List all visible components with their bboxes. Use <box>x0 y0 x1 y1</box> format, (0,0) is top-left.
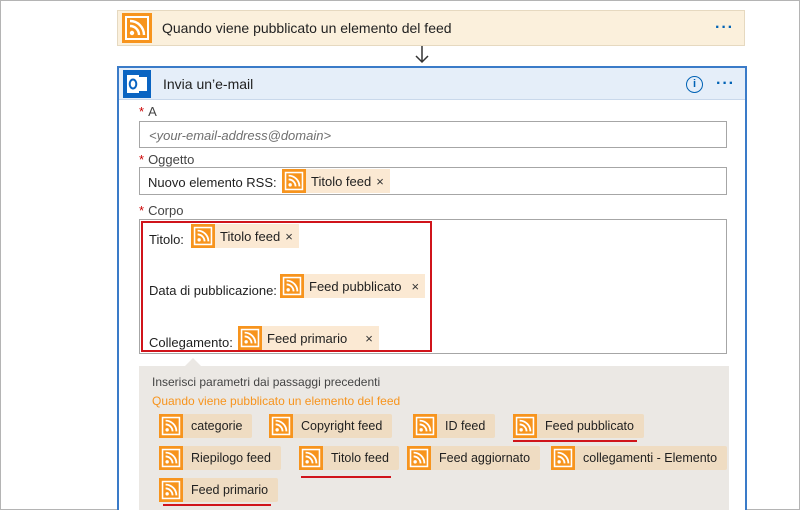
chip-label: Feed primario <box>191 483 269 497</box>
param-chip-titolo-feed[interactable]: Titolo feed <box>299 446 399 470</box>
subject-label: * Oggetto <box>139 152 194 167</box>
rss-icon <box>413 414 437 438</box>
param-chip-copyright-feed[interactable]: Copyright feed <box>269 414 393 438</box>
chip-label: Feed pubblicato <box>545 419 634 433</box>
required-mark: * <box>139 203 145 218</box>
body-token[interactable]: Titolo feed × <box>191 224 299 248</box>
rss-icon <box>159 478 183 502</box>
param-chip-feed-primario[interactable]: Feed primario <box>159 478 279 502</box>
arrow-down-icon <box>415 46 429 64</box>
rss-icon <box>191 224 215 248</box>
required-mark: * <box>139 104 145 119</box>
body-line-label: Data di pubblicazione: <box>149 283 277 298</box>
param-chip-id-feed[interactable]: ID feed <box>413 414 496 438</box>
outlook-icon <box>123 69 151 98</box>
subject-prefix: Nuovo elemento RSS: <box>148 175 277 190</box>
rss-icon <box>280 274 304 298</box>
subject-input[interactable]: Nuovo elemento RSS: Titolo feed × <box>139 167 727 195</box>
remove-token-button[interactable]: × <box>285 229 293 244</box>
remove-token-button[interactable]: × <box>412 279 420 294</box>
chip-underline <box>513 440 637 442</box>
dynamic-content-panel: Inserisci parametri dai passaggi precede… <box>139 366 729 510</box>
param-chip-riepilogo-feed[interactable]: Riepilogo feed <box>159 446 281 470</box>
rss-icon <box>122 13 152 43</box>
rss-icon <box>269 414 293 438</box>
remove-token-button[interactable]: × <box>365 331 373 346</box>
chip-label: Titolo feed <box>331 451 389 465</box>
param-chip-collegamenti-elemento[interactable]: collegamenti - Elemento <box>551 446 728 470</box>
trigger-more-button[interactable]: ··· <box>715 19 734 37</box>
chip-label: Riepilogo feed <box>191 451 271 465</box>
token-label: Titolo feed <box>220 228 281 244</box>
chip-underline <box>301 476 391 478</box>
body-highlight-box: Titolo: Titolo feed × Data di pubblicazi… <box>141 221 432 352</box>
body-line-label: Titolo: <box>149 232 184 247</box>
to-label: * A <box>139 104 157 119</box>
rss-icon <box>407 446 431 470</box>
param-chip-categorie[interactable]: categorie <box>159 414 253 438</box>
remove-token-button[interactable]: × <box>376 174 384 189</box>
rss-icon <box>159 446 183 470</box>
to-label-text: A <box>148 104 157 119</box>
rss-icon <box>299 446 323 470</box>
to-input[interactable]: <your-email-address@domain> <box>139 121 727 148</box>
params-hint: Inserisci parametri dai passaggi precede… <box>152 375 381 389</box>
action-title: Invia un’e-mail <box>163 75 254 92</box>
chip-label: collegamenti - Elemento <box>583 451 718 465</box>
params-pointer <box>185 358 201 366</box>
info-icon[interactable]: i <box>686 76 703 93</box>
chip-label: ID feed <box>445 419 486 433</box>
body-line-label: Collegamento: <box>149 335 233 350</box>
action-header[interactable]: Invia un’e-mail i ··· <box>119 68 745 100</box>
required-mark: * <box>139 152 145 167</box>
body-label: * Corpo <box>139 203 183 218</box>
param-chip-feed-aggiornato[interactable]: Feed aggiornato <box>407 446 541 470</box>
token-label: Titolo feed <box>311 173 372 189</box>
rss-icon <box>282 169 306 193</box>
rss-icon <box>551 446 575 470</box>
body-label-text: Corpo <box>148 203 184 218</box>
subject-label-text: Oggetto <box>148 152 195 167</box>
trigger-title: Quando viene pubblicato un elemento del … <box>162 20 452 36</box>
token-label: Feed primario <box>267 330 348 346</box>
rss-icon <box>159 414 183 438</box>
body-token[interactable]: Feed pubblicato × <box>280 274 426 298</box>
chip-label: categorie <box>191 419 243 433</box>
body-token[interactable]: Feed primario × <box>238 326 379 350</box>
to-placeholder: <your-email-address@domain> <box>149 128 332 143</box>
subject-token[interactable]: Titolo feed × <box>282 169 390 193</box>
rss-icon <box>513 414 537 438</box>
action-card: Invia un’e-mail i ··· * A <your-email-add… <box>117 66 747 510</box>
chip-label: Copyright feed <box>301 419 383 433</box>
params-trigger-name: Quando viene pubblicato un elemento del … <box>152 394 401 408</box>
action-more-button[interactable]: ··· <box>716 75 735 93</box>
token-label: Feed pubblicato <box>309 278 402 294</box>
chip-underline <box>163 504 271 506</box>
param-chip-feed-pubblicato[interactable]: Feed pubblicato <box>513 414 644 438</box>
trigger-card[interactable]: Quando viene pubblicato un elemento del … <box>117 10 745 46</box>
chip-label: Feed aggiornato <box>439 451 531 465</box>
rss-icon <box>238 326 262 350</box>
